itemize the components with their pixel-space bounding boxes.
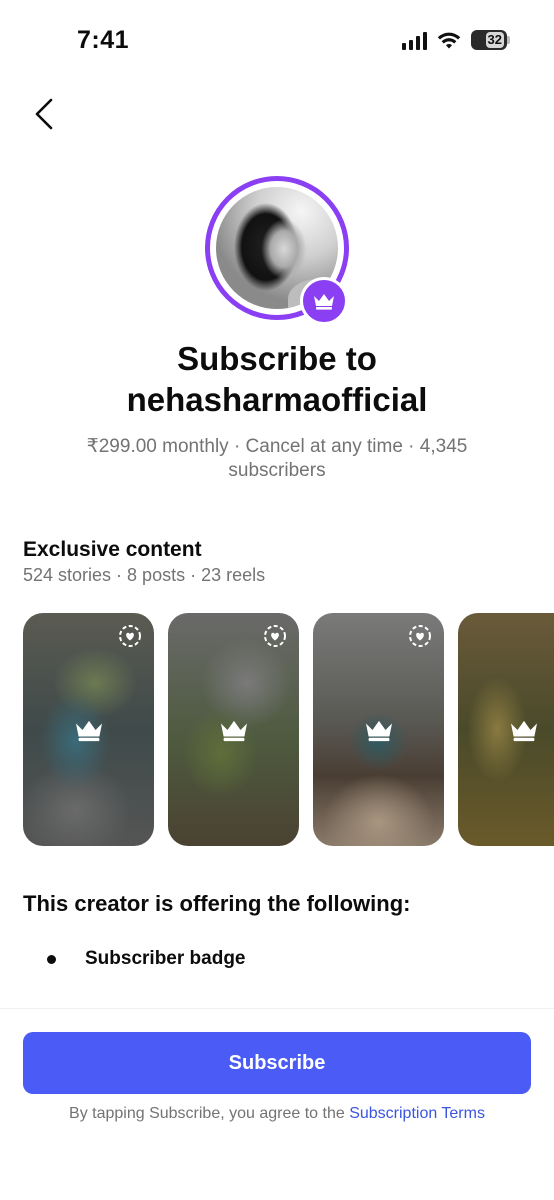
exclusive-content-heading: Exclusive content <box>23 538 202 561</box>
title-line-1: Subscribe to <box>177 340 377 377</box>
wifi-icon <box>437 32 461 48</box>
close-friends-story-icon <box>264 625 286 647</box>
battery-icon: 32 <box>471 30 510 50</box>
chevron-left-icon <box>35 98 53 130</box>
offering-heading: This creator is offering the following: <box>23 891 411 916</box>
bullet-icon <box>47 954 56 964</box>
battery-level: 32 <box>485 32 504 48</box>
status-bar: 7:41 32 <box>0 0 554 80</box>
subscriber-crown-badge <box>300 277 348 325</box>
exclusive-content-card[interactable] <box>23 613 154 846</box>
exclusive-content-card[interactable] <box>168 613 299 846</box>
status-time: 7:41 <box>77 26 130 54</box>
subscribe-button[interactable]: Subscribe <box>23 1032 531 1094</box>
exclusive-content-counts: 524 stories · 8 posts · 23 reels <box>23 565 266 585</box>
offering-list-item: Subscriber badge <box>47 948 246 970</box>
terms-prefix: By tapping Subscribe, you agree to the <box>69 1105 350 1122</box>
status-icons: 32 <box>402 30 510 50</box>
terms-text: By tapping Subscribe, you agree to the S… <box>0 1105 554 1123</box>
subscription-terms-link[interactable]: Subscription Terms <box>349 1105 485 1122</box>
exclusive-content-carousel[interactable] <box>23 613 554 846</box>
subscription-details: ₹299.00 monthly · Cancel at any time · 4… <box>86 436 468 481</box>
cellular-signal-icon <box>402 30 427 50</box>
creator-username: nehasharmaofficial <box>126 381 428 418</box>
page-title: Subscribe to nehasharmaofficial <box>0 338 554 420</box>
close-friends-story-icon <box>409 625 431 647</box>
exclusive-content-card[interactable] <box>313 613 444 846</box>
back-button[interactable] <box>24 94 64 134</box>
crown-icon <box>365 720 392 741</box>
crown-icon <box>220 720 247 741</box>
crown-icon <box>510 720 537 741</box>
exclusive-content-card[interactable] <box>458 613 554 846</box>
crown-icon <box>314 294 334 310</box>
close-friends-story-icon <box>119 625 141 647</box>
crown-icon <box>75 720 102 741</box>
offering-label: Subscriber badge <box>85 948 246 969</box>
